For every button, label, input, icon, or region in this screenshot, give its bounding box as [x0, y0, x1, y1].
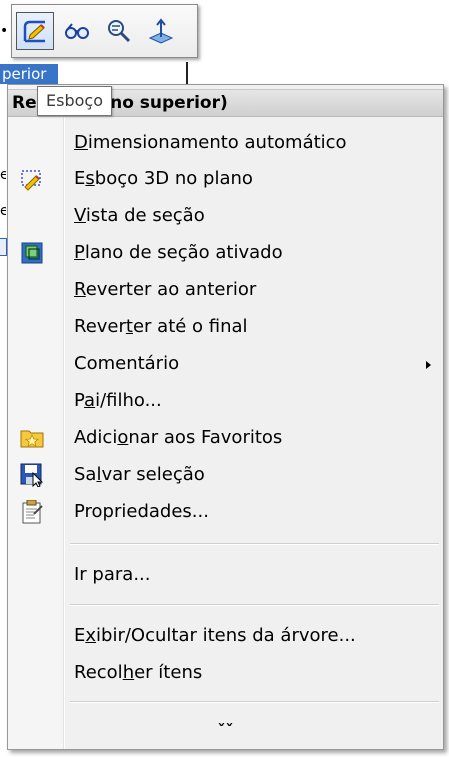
menu-separator	[70, 701, 439, 703]
menu-item-label: Propriedades...	[74, 501, 209, 522]
tree-fragment: e	[0, 204, 6, 218]
zoom-selection-icon	[108, 20, 131, 43]
menu-item-label: Salvar seleção	[74, 464, 205, 485]
save-selection-icon	[20, 463, 44, 487]
menu-item-label: Vista de seção	[74, 205, 205, 226]
zoom-selection-button[interactable]	[100, 12, 138, 50]
submenu-arrow-icon	[426, 361, 431, 369]
menu-item-label: Reverter ao anterior	[74, 279, 257, 300]
menu-item-plano-de-secao-ativado[interactable]: Plano de seção ativado	[8, 235, 443, 271]
context-toolbar	[11, 4, 198, 58]
menu-item-label: Exibir/Ocultar itens da árvore...	[74, 625, 356, 646]
menu-item-label: Recolher ítens	[74, 662, 203, 683]
menu-item-reverter-ao-anterior[interactable]: Reverter ao anterior	[8, 272, 443, 308]
menu-header-suffix: ano superior)	[98, 93, 228, 113]
expand-chevron-icon: ˇˇ	[217, 721, 234, 740]
sketch3d-icon	[21, 170, 41, 191]
context-menu: Re ano superior) Dimensionamento automáti…	[7, 84, 444, 750]
tree-node-marker	[0, 238, 7, 256]
menu-item-label: Ir para...	[74, 564, 151, 585]
tree-selected-item[interactable]: perior	[0, 64, 58, 84]
menu-item-label: Comentário	[74, 353, 180, 374]
menu-separator	[70, 543, 439, 545]
menu-item-esboco-3d-no-plano[interactable]: Esboço 3D no plano	[8, 161, 443, 197]
tooltip: Esboço	[37, 86, 112, 116]
menu-item-propriedades[interactable]: Propriedades...	[8, 494, 443, 530]
properties-icon	[22, 500, 43, 524]
menu-item-exibir-ocultar-itens[interactable]: Exibir/Ocultar itens da árvore...	[8, 618, 443, 654]
glasses-icon	[65, 23, 89, 39]
section-plane-icon	[21, 242, 43, 264]
menu-header-prefix: Re	[12, 93, 37, 113]
menu-separator	[70, 604, 439, 606]
normal-to-icon	[148, 18, 174, 44]
menu-item-label: Esboço 3D no plano	[74, 168, 253, 189]
menu-item-adicionar-aos-favoritos[interactable]: Adicionar aos Favoritos	[8, 420, 443, 456]
menu-item-comentario[interactable]: Comentário	[8, 346, 443, 382]
normal-to-button[interactable]	[142, 12, 180, 50]
favorites-icon	[20, 430, 44, 448]
menu-item-salvar-selecao[interactable]: Salvar seleção	[8, 457, 443, 493]
menu-item-vista-de-secao[interactable]: Vista de seção	[8, 198, 443, 234]
menu-item-recolher-itens[interactable]: Recolher ítens	[8, 655, 443, 691]
window-divider	[186, 62, 188, 84]
sketch-icon	[23, 20, 45, 43]
menu-item-label: Reverter até o final	[74, 316, 248, 337]
menu-item-label: Dimensionamento automático	[74, 132, 347, 153]
menu-item-reverter-ate-o-final[interactable]: Reverter até o final	[8, 309, 443, 345]
menu-item-ir-para[interactable]: Ir para...	[8, 557, 443, 593]
menu-item-dimensionamento-automatico[interactable]: Dimensionamento automático	[8, 125, 443, 161]
menu-item-label: Plano de seção ativado	[74, 242, 283, 263]
tree-fragment: •	[0, 24, 6, 38]
menu-item-label: Pai/filho...	[74, 390, 162, 411]
view-glasses-button[interactable]	[58, 12, 96, 50]
tree-fragment: e	[0, 168, 6, 182]
menu-item-label: Adicionar aos Favoritos	[74, 427, 283, 448]
menu-item-pai-filho[interactable]: Pai/filho...	[8, 383, 443, 419]
sketch-button[interactable]	[16, 12, 54, 50]
expand-menu-button[interactable]: ˇˇ	[8, 721, 443, 741]
